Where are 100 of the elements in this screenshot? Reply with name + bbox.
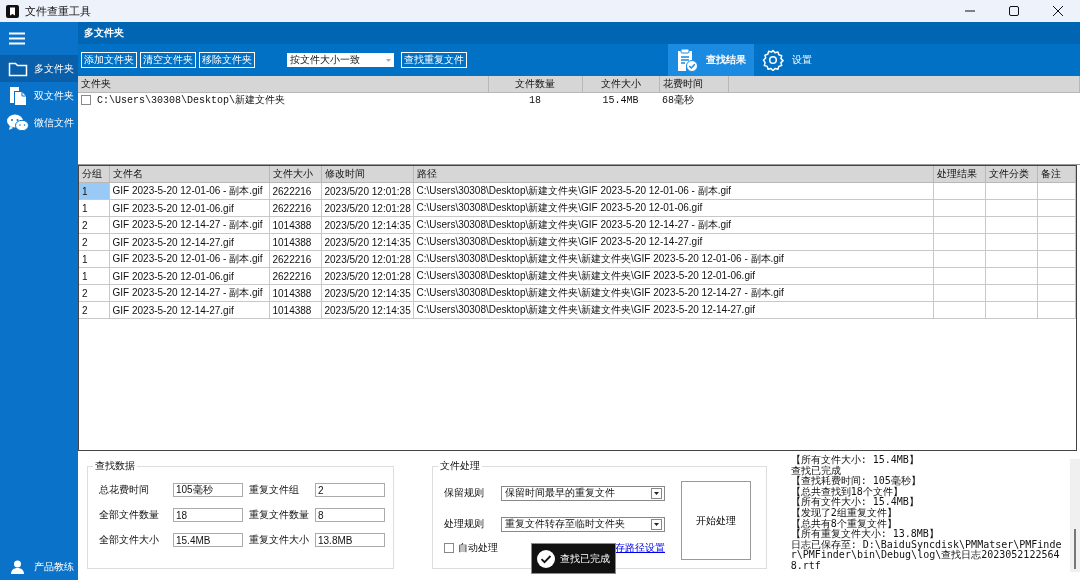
- table-cell: 2622216: [269, 250, 321, 268]
- path-settings-link[interactable]: 存路径设置: [615, 541, 665, 555]
- toolbar-button[interactable]: 添加文件夹: [81, 52, 137, 68]
- table-cell: C:\Users\30308\Desktop\新建文件夹\GIF 2023-5-20 12-01-06 - 副本.gif: [413, 182, 934, 200]
- table-cell: GIF 2023-5-20 12-14-27 - 副本.gif: [109, 216, 269, 234]
- field-label: 总花费时间: [99, 483, 150, 497]
- table-cell: 1: [79, 267, 109, 285]
- column-header[interactable]: 文件大小: [269, 166, 321, 183]
- page-title: 多文件夹: [84, 26, 124, 40]
- table-cell: 1014388: [269, 233, 321, 251]
- toolbar-button[interactable]: 移除文件夹: [199, 52, 255, 68]
- table-cell: 68毫秒: [659, 92, 728, 107]
- book-icon: [6, 4, 19, 18]
- field-label: 全部文件大小: [99, 533, 160, 547]
- maximize-icon[interactable]: [1009, 6, 1019, 16]
- table-cell: C:\Users\30308\Desktop\新建文件夹\GIF 2023-5-20 12-01-06.gif: [413, 199, 934, 217]
- input-field[interactable]: 15.4MB: [173, 533, 243, 547]
- table-cell: 15.4MB: [582, 92, 659, 107]
- column-header[interactable]: 文件夹: [78, 76, 488, 93]
- table-cell: 2622216: [269, 267, 321, 285]
- column-header[interactable]: 备注: [1037, 166, 1076, 183]
- table-cell: GIF 2023-5-20 12-14-27.gif: [109, 233, 269, 251]
- caret-icon: [386, 58, 391, 62]
- rule-dropdown[interactable]: 重复文件转存至临时文件夹: [500, 516, 665, 532]
- table-cell: C:\Users\30308\Desktop\新建文件夹\新建文件夹\GIF 2023-5-20 12-01-06 - 副本.gif: [413, 250, 934, 268]
- input-field[interactable]: 105毫秒: [173, 483, 243, 497]
- input-field[interactable]: 18: [173, 508, 243, 522]
- input-field[interactable]: 2: [315, 483, 385, 497]
- table-cell: GIF 2023-5-20 12-14-27.gif: [109, 301, 269, 319]
- column-header[interactable]: 文件分类: [985, 166, 1038, 183]
- window-title: 文件查重工具: [25, 3, 92, 19]
- table-cell: GIF 2023-5-20 12-01-06 - 副本.gif: [109, 250, 269, 268]
- table-cell: 2023/5/20 12:01:28: [321, 267, 413, 285]
- sidebar-item[interactable]: 产品教练: [0, 554, 78, 580]
- start-button[interactable]: 开始处理: [681, 481, 751, 560]
- caret-icon: [654, 491, 659, 495]
- table-cell: 2023/5/20 12:14:35: [321, 216, 413, 234]
- group-title: 查找数据: [94, 459, 136, 473]
- table-cell: 2: [79, 233, 109, 251]
- input-field[interactable]: 13.8MB: [315, 533, 385, 547]
- table-cell: 2: [79, 216, 109, 234]
- match-mode-dropdown[interactable]: 按文件大小一致: [287, 53, 394, 67]
- input-field[interactable]: 8: [315, 508, 385, 522]
- documents-icon: [9, 85, 27, 106]
- table-cell: 1: [79, 199, 109, 217]
- log-line: 【所有重复文件大小: 13.8MB】: [790, 529, 940, 540]
- table-cell: 1014388: [269, 301, 321, 319]
- table-cell: GIF 2023-5-20 12-01-06 - 副本.gif: [109, 182, 269, 200]
- column-header[interactable]: 修改时间: [321, 166, 413, 183]
- toast: 查找已完成: [531, 543, 616, 574]
- auto-process-checkbox[interactable]: 自动处理: [444, 541, 498, 555]
- table-cell: C:\Users\30308\Desktop\新建文件夹\新建文件夹\GIF 2023-5-20 12-14-27.gif: [413, 301, 934, 319]
- table-cell: C:\Users\30308\Desktop\新建文件夹: [97, 95, 286, 106]
- caret-icon: [654, 522, 659, 526]
- group-title: 文件处理: [439, 459, 481, 473]
- column-header[interactable]: 处理结果: [933, 166, 986, 183]
- column-header[interactable]: 路径: [413, 166, 934, 183]
- log-line: 【发现了2组重复文件】: [790, 507, 898, 519]
- table-cell: GIF 2023-5-20 12-01-06.gif: [109, 267, 269, 285]
- table-cell: 2023/5/20 12:14:35: [321, 233, 413, 251]
- table-cell: C:\Users\30308\Desktop\新建文件夹\GIF 2023-5-20 12-14-27.gif: [413, 233, 934, 251]
- table-cell: 2: [79, 301, 109, 319]
- table-cell: 1014388: [269, 216, 321, 234]
- table-cell: 1014388: [269, 284, 321, 302]
- table-cell: C:\Users\30308\Desktop\新建文件夹\GIF 2023-5-20 12-14-27 - 副本.gif: [413, 216, 934, 234]
- column-header[interactable]: 文件大小: [582, 76, 659, 93]
- log-line: 【查找耗费时间: 105毫秒】: [790, 476, 922, 487]
- sidebar-item[interactable]: 微信文件: [0, 109, 78, 136]
- log-line: 【总共有8个重复文件】: [790, 518, 897, 530]
- field-label: 重复文件大小: [249, 533, 310, 547]
- column-header[interactable]: 花费时间: [659, 76, 728, 93]
- tab[interactable]: 设置: [754, 44, 820, 76]
- chat-bubbles-icon: [7, 113, 29, 132]
- toolbar-button[interactable]: 清空文件夹: [140, 52, 196, 68]
- column-header[interactable]: 分组: [79, 166, 109, 183]
- table-cell: 2023/5/20 12:14:35: [321, 301, 413, 319]
- log-line: 【所有文件大小: 15.4MB】: [790, 497, 920, 508]
- table-cell: 2023/5/20 12:01:28: [321, 199, 413, 217]
- table-cell: 18: [488, 92, 582, 107]
- sidebar-item[interactable]: 多文件夹: [0, 55, 78, 82]
- table-cell: 2622216: [269, 199, 321, 217]
- scrollbar[interactable]: [1070, 459, 1080, 572]
- column-header[interactable]: 文件名: [109, 166, 269, 183]
- person-icon: [11, 560, 24, 574]
- column-header[interactable]: 文件数量: [488, 76, 582, 93]
- field-label: 重复文件组: [249, 483, 300, 497]
- menu-icon[interactable]: [9, 32, 25, 45]
- table-cell: 2023/5/20 12:01:28: [321, 182, 413, 200]
- table-cell: 2: [79, 284, 109, 302]
- close-icon[interactable]: [1053, 6, 1063, 16]
- search-duplicates-button[interactable]: 查找重复文件: [401, 52, 467, 68]
- checkbox[interactable]: [81, 95, 91, 106]
- table-cell: 2023/5/20 12:01:28: [321, 250, 413, 268]
- field-label: 保留规则: [444, 486, 485, 500]
- field-label: 全部文件数量: [99, 508, 160, 522]
- folder-icon: [8, 60, 28, 77]
- sidebar-item[interactable]: 双文件夹: [0, 82, 78, 109]
- table-cell: C:\Users\30308\Desktop\新建文件夹\新建文件夹\GIF 2023-5-20 12-01-06.gif: [413, 267, 934, 285]
- table-cell: C:\Users\30308\Desktop\新建文件夹\新建文件夹\GIF 2023-5-20 12-14-27 - 副本.gif: [413, 284, 934, 302]
- rule-dropdown[interactable]: 保留时间最早的重复文件: [500, 485, 665, 501]
